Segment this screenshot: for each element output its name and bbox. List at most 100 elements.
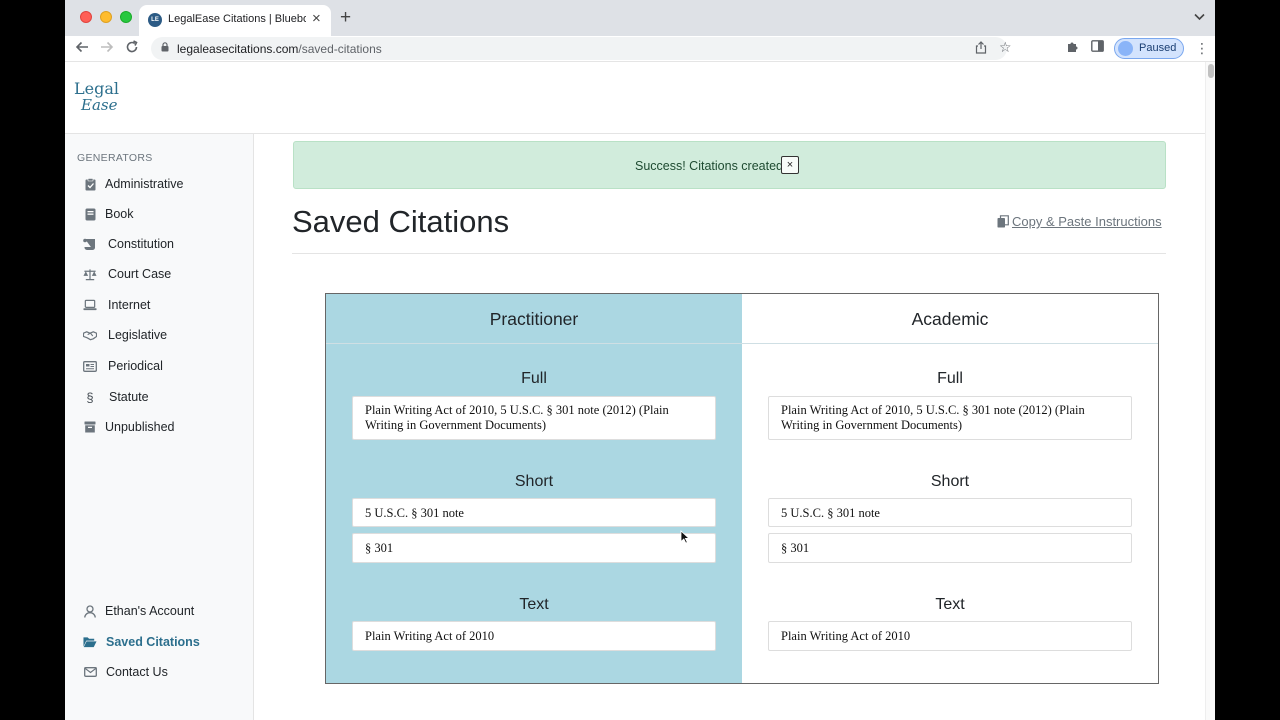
favicon-icon: LE xyxy=(148,13,162,27)
page-title: Saved Citations xyxy=(292,204,510,239)
sidebar-item-administrative[interactable]: Administrative xyxy=(83,174,184,194)
section-sign-icon: § xyxy=(86,389,94,405)
copy-link-label: Copy & Paste Instructions xyxy=(1012,214,1162,229)
handshake-icon xyxy=(83,328,97,342)
title-divider xyxy=(292,253,1166,254)
mouse-cursor-icon xyxy=(680,530,690,544)
copy-paste-instructions-link[interactable]: Copy & Paste Instructions xyxy=(997,214,1162,229)
sidebar-item-label: Unpublished xyxy=(105,420,175,434)
practitioner-short-citation-1[interactable]: 5 U.S.C. § 301 note xyxy=(352,498,716,527)
tab-bar: LE LegalEase Citations | Bluebook × + xyxy=(65,0,1215,36)
tab-title: LegalEase Citations | Bluebook xyxy=(168,13,306,25)
academic-full-citation[interactable]: Plain Writing Act of 2010, 5 U.S.C. § 30… xyxy=(768,396,1132,440)
url-path: /saved-citations xyxy=(298,42,382,56)
sidebar-item-label: Periodical xyxy=(108,359,163,373)
url-text: legaleasecitations.com/saved-citations xyxy=(177,42,382,56)
minimize-window-button[interactable] xyxy=(100,11,112,23)
main-content: Success! Citations created! × Saved Cita… xyxy=(255,134,1205,720)
envelope-icon xyxy=(83,665,97,679)
sidebar-item-label: Administrative xyxy=(105,177,184,191)
logo-line-1: Legal xyxy=(74,79,119,98)
short-label: Short xyxy=(514,473,554,490)
practitioner-heading: Practitioner xyxy=(326,294,742,344)
extensions-puzzle-icon[interactable] xyxy=(1066,40,1079,57)
reload-icon[interactable] xyxy=(125,40,139,58)
close-window-button[interactable] xyxy=(80,11,92,23)
clipboard-check-icon xyxy=(83,177,97,191)
sidebar-item-account[interactable]: Ethan's Account xyxy=(83,601,194,621)
practitioner-full-citation[interactable]: Plain Writing Act of 2010, 5 U.S.C. § 30… xyxy=(352,396,716,440)
sidebar-item-label: Internet xyxy=(108,298,151,312)
book-icon xyxy=(83,207,97,221)
profile-label: Paused xyxy=(1139,42,1177,54)
success-alert: Success! Citations created! × xyxy=(293,141,1166,189)
sidebar: GENERATORS Administrative Book Constitut… xyxy=(65,134,254,720)
browser-window: LE LegalEase Citations | Bluebook × + le… xyxy=(65,0,1215,720)
sidebar-item-internet[interactable]: Internet xyxy=(83,295,150,315)
archive-icon xyxy=(83,420,97,434)
text-label: Text xyxy=(935,596,965,613)
sidebar-item-label: Court Case xyxy=(108,267,172,281)
sidebar-item-saved-citations[interactable]: Saved Citations xyxy=(83,632,200,652)
practitioner-column: Practitioner Full Plain Writing Act of 2… xyxy=(326,294,742,683)
site-logo[interactable]: Legal Ease xyxy=(74,80,119,114)
url-host: legaleasecitations.com xyxy=(177,42,299,56)
profile-button[interactable]: Paused xyxy=(1114,38,1184,59)
browser-tab[interactable]: LE LegalEase Citations | Bluebook × xyxy=(139,5,331,36)
profile-avatar-icon xyxy=(1118,41,1133,56)
short-label: Short xyxy=(930,473,970,490)
sidebar-item-constitution[interactable]: Constitution xyxy=(83,234,174,254)
practitioner-short-citation-2[interactable]: § 301 xyxy=(352,533,716,563)
academic-column: Academic Full Plain Writing Act of 2010,… xyxy=(742,294,1158,683)
sidebar-item-statute[interactable]: § Statute xyxy=(83,387,149,407)
sidebar-heading: GENERATORS xyxy=(77,152,153,164)
sidebar-item-label: Ethan's Account xyxy=(105,604,195,618)
bookmark-star-icon[interactable]: ☆ xyxy=(999,39,1012,56)
folder-open-icon xyxy=(83,635,97,649)
forward-arrow-icon[interactable] xyxy=(100,40,114,58)
sidebar-item-label: Statute xyxy=(109,390,149,404)
full-label: Full xyxy=(937,370,963,387)
lock-icon xyxy=(161,42,169,52)
alert-message: Success! Citations created! xyxy=(635,159,787,173)
site-header: Legal Ease xyxy=(65,62,1205,134)
scroll-icon xyxy=(83,237,97,251)
back-arrow-icon[interactable] xyxy=(75,40,89,58)
newspaper-icon xyxy=(83,359,97,373)
user-icon xyxy=(83,604,97,618)
copy-icon xyxy=(997,215,1009,228)
sidebar-item-label: Constitution xyxy=(108,237,175,251)
browser-menu-icon[interactable]: ⋮ xyxy=(1195,40,1209,57)
browser-toolbar: legaleasecitations.com/saved-citations ☆… xyxy=(65,36,1215,62)
address-bar[interactable]: legaleasecitations.com/saved-citations ☆ xyxy=(151,37,1012,60)
practitioner-text-citation[interactable]: Plain Writing Act of 2010 xyxy=(352,621,716,651)
new-tab-icon[interactable]: + xyxy=(340,8,351,28)
sidebar-item-label: Contact Us xyxy=(106,665,168,679)
maximize-window-button[interactable] xyxy=(120,11,132,23)
share-icon[interactable] xyxy=(975,41,987,57)
sidebar-item-court-case[interactable]: Court Case xyxy=(83,264,171,284)
academic-short-citation-1[interactable]: 5 U.S.C. § 301 note xyxy=(768,498,1132,527)
alert-close-button[interactable]: × xyxy=(781,156,799,174)
laptop-icon xyxy=(83,298,97,312)
logo-line-2: Ease xyxy=(81,96,118,114)
academic-short-citation-2[interactable]: § 301 xyxy=(768,533,1132,563)
academic-heading: Academic xyxy=(742,294,1158,344)
sidebar-item-legislative[interactable]: Legislative xyxy=(83,325,167,345)
academic-text-citation[interactable]: Plain Writing Act of 2010 xyxy=(768,621,1132,651)
tab-search-chevron-icon[interactable] xyxy=(1194,10,1205,24)
tab-close-icon[interactable]: × xyxy=(312,11,321,27)
page-scrollbar[interactable] xyxy=(1205,62,1215,720)
full-label: Full xyxy=(521,370,547,387)
sidebar-item-contact[interactable]: Contact Us xyxy=(83,662,168,682)
citations-table: Practitioner Full Plain Writing Act of 2… xyxy=(325,293,1159,684)
text-label: Text xyxy=(519,596,549,613)
scrollbar-thumb[interactable] xyxy=(1208,64,1214,78)
sidebar-item-label: Saved Citations xyxy=(106,635,200,649)
sidebar-item-label: Legislative xyxy=(108,328,168,342)
sidebar-item-unpublished[interactable]: Unpublished xyxy=(83,417,175,437)
scale-icon xyxy=(83,267,97,281)
sidebar-item-book[interactable]: Book xyxy=(83,204,134,224)
side-panel-icon[interactable] xyxy=(1091,40,1104,56)
sidebar-item-periodical[interactable]: Periodical xyxy=(83,356,163,376)
